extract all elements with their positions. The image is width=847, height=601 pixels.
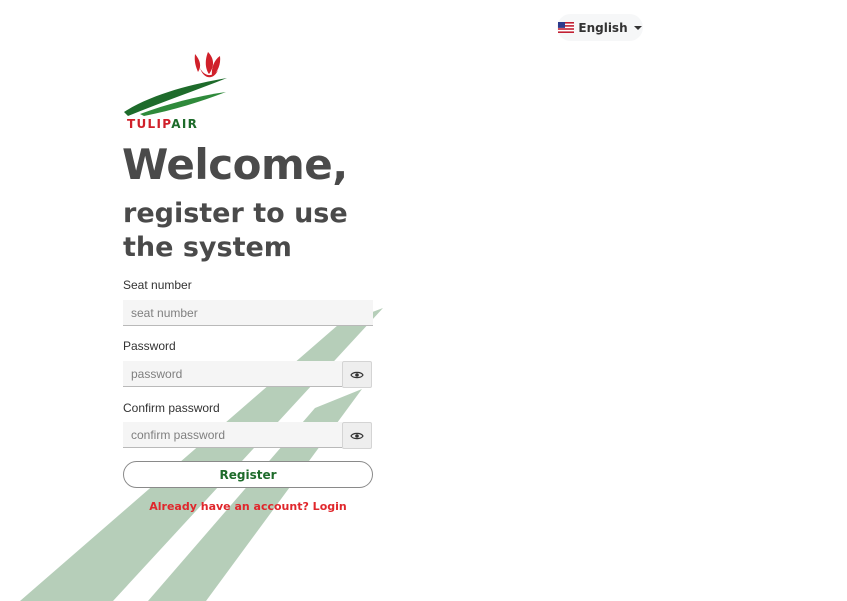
toggle-password-visibility-button[interactable] (342, 361, 372, 388)
register-button[interactable]: Register (123, 461, 373, 488)
brand-wordmark: TULIPAIR (127, 117, 198, 131)
seat-number-input[interactable] (123, 300, 373, 326)
page-title: Welcome, (122, 140, 348, 189)
password-input[interactable] (123, 361, 342, 387)
us-flag-icon (558, 22, 575, 33)
confirm-password-label: Confirm password (123, 401, 220, 415)
password-label: Password (123, 339, 176, 353)
caret-down-icon (633, 25, 642, 30)
eye-icon (350, 432, 364, 439)
confirm-password-input[interactable] (123, 422, 342, 448)
brand-name-tulip: TULIP (127, 117, 172, 131)
language-selector[interactable]: English (557, 14, 643, 41)
language-label: English (578, 20, 628, 35)
eye-icon (350, 371, 364, 378)
brand-name-air: AIR (171, 117, 199, 131)
page-subtitle: register to use the system (123, 198, 348, 263)
login-link[interactable]: Already have an account? Login (123, 500, 373, 513)
toggle-confirm-password-visibility-button[interactable] (342, 422, 372, 449)
seat-number-label: Seat number (123, 278, 192, 292)
